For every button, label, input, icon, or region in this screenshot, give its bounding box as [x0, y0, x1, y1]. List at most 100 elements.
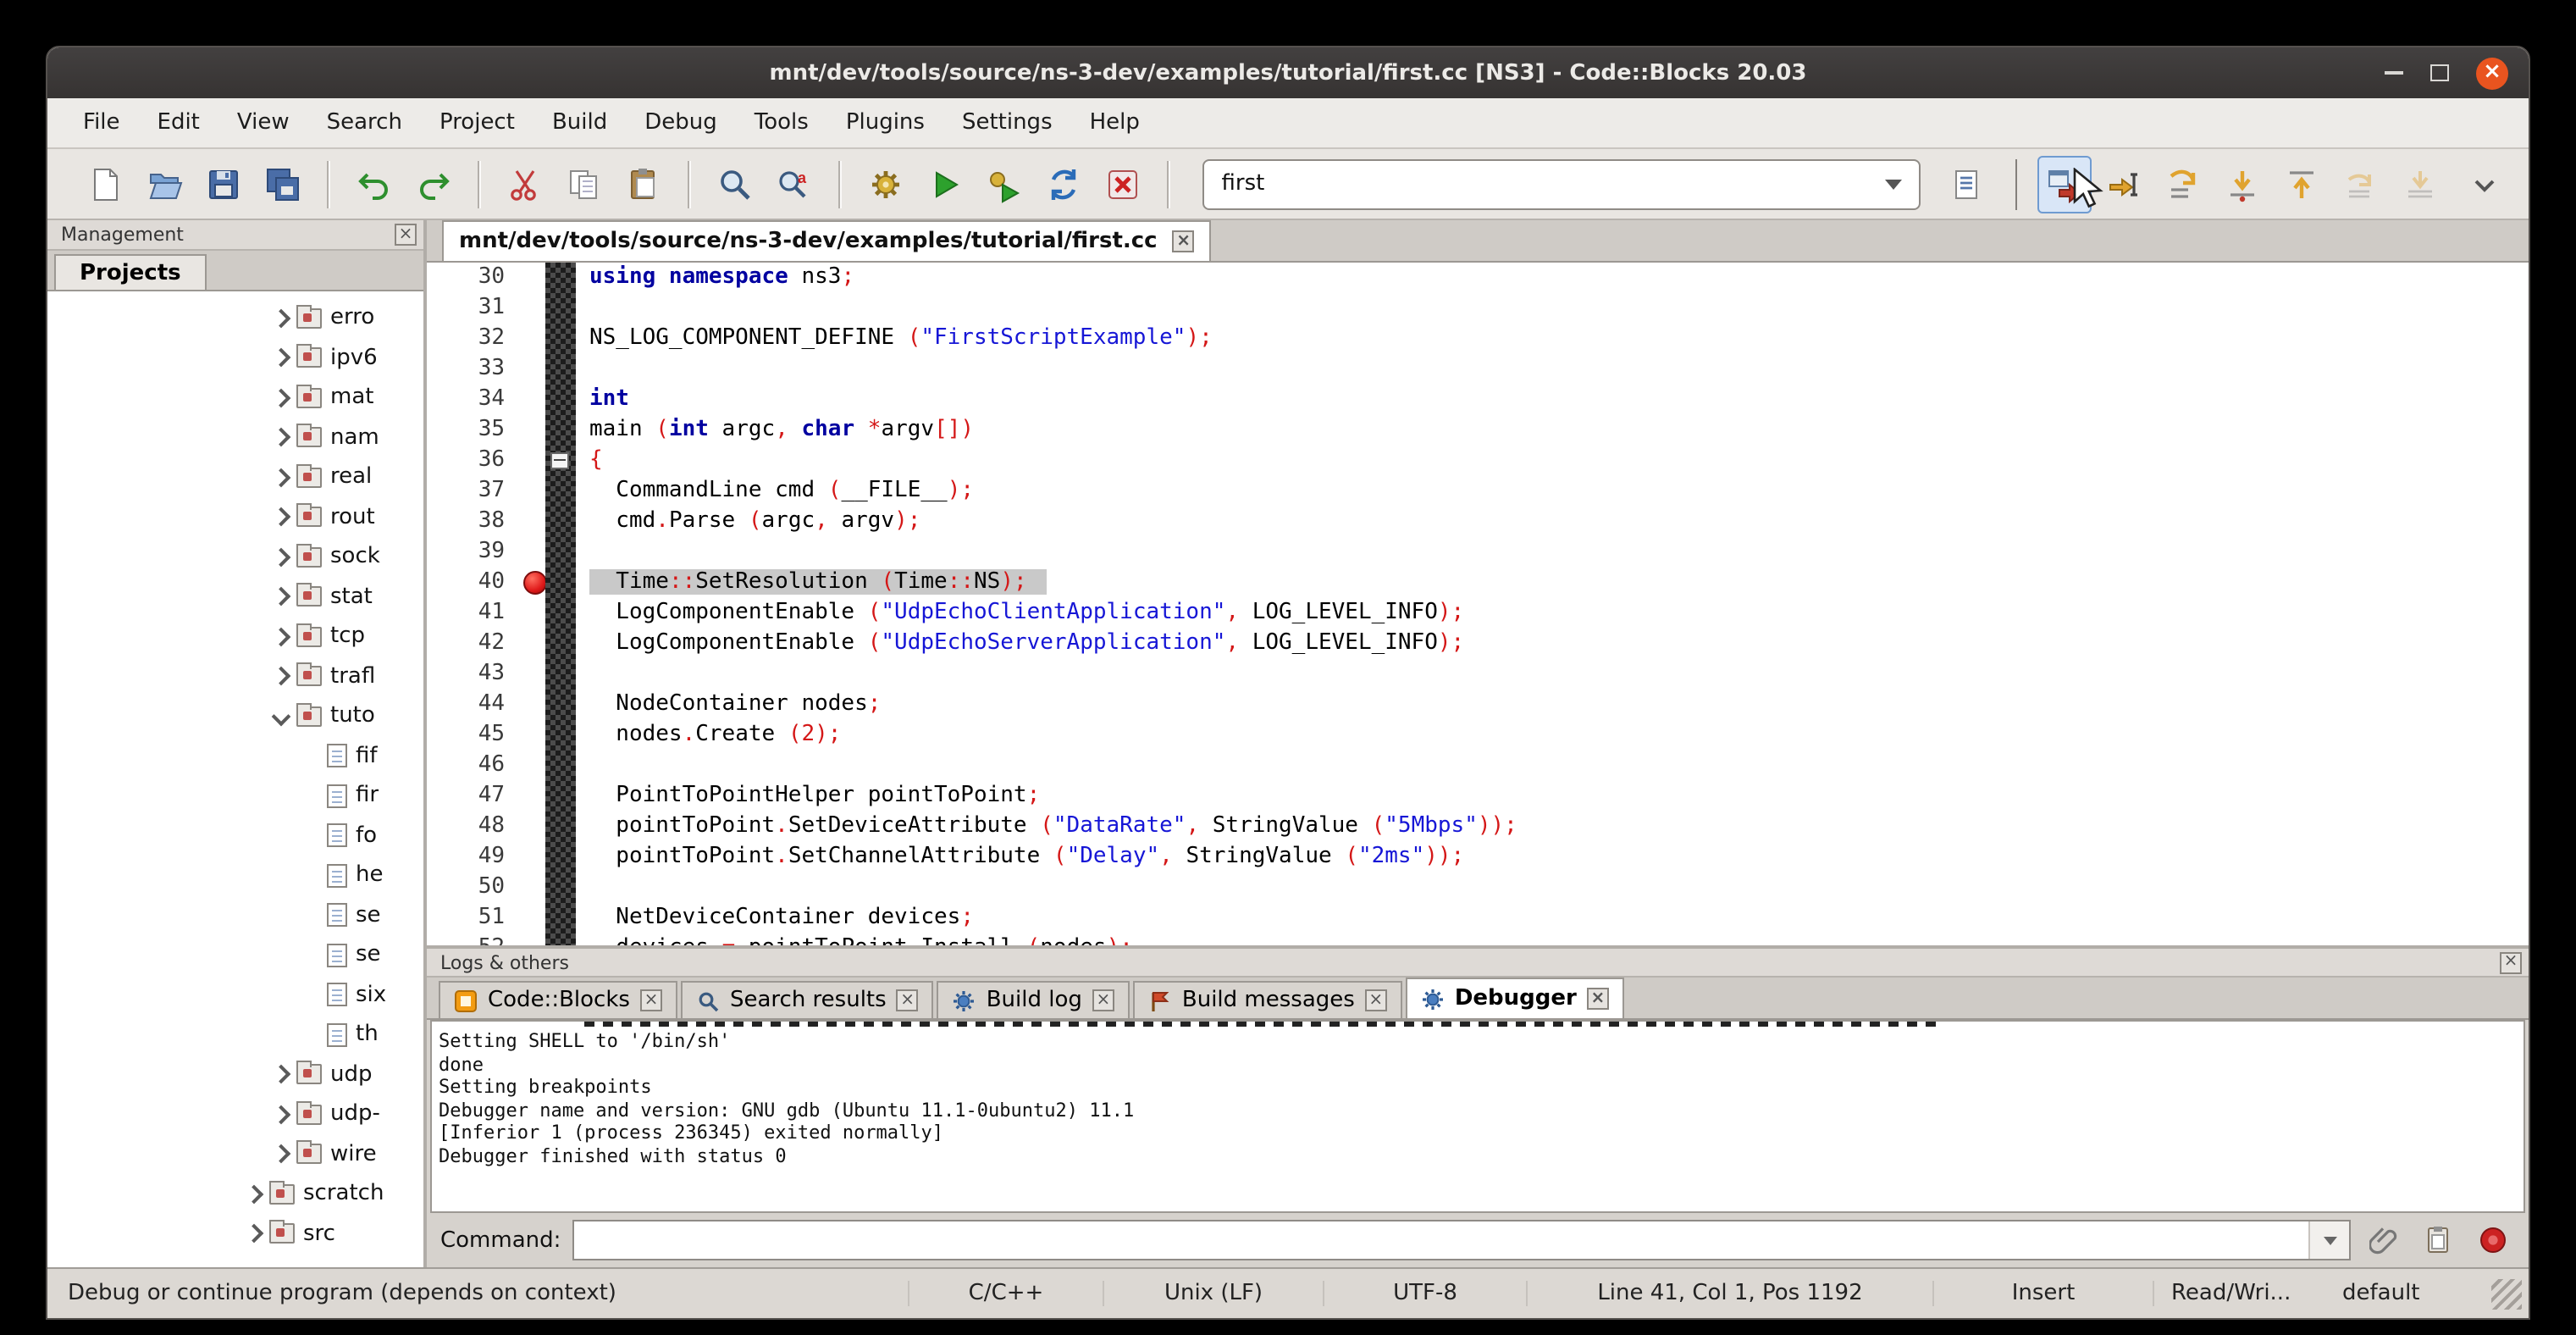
breakpoint-margin[interactable] — [518, 659, 545, 690]
chevron-right-icon[interactable] — [272, 388, 291, 407]
chevron-right-icon[interactable] — [272, 627, 291, 646]
close-icon[interactable]: × — [1092, 989, 1114, 1011]
code-line-41[interactable]: 41 LogComponentEnable ("UdpEchoClientApp… — [427, 598, 2529, 629]
code-line-45[interactable]: 45 nodes.Create (2); — [427, 720, 2529, 751]
code-line-36[interactable]: 36{ — [427, 446, 2529, 476]
breakpoint-margin[interactable] — [518, 751, 545, 781]
breakpoint-margin[interactable] — [518, 354, 545, 385]
stop-button[interactable] — [2471, 1220, 2515, 1260]
code-line-43[interactable]: 43 — [427, 659, 2529, 690]
menu-debug[interactable]: Debug — [626, 110, 736, 136]
code-line-40[interactable]: 40 Time::SetResolution (Time::NS); — [427, 568, 2529, 598]
code-line-50[interactable]: 50 — [427, 872, 2529, 903]
search-options-button[interactable] — [1941, 155, 1995, 213]
tree-item-se[interactable]: se — [47, 935, 423, 975]
menu-build[interactable]: Build — [533, 110, 626, 136]
code-line-30[interactable]: 30using namespace ns3; — [427, 263, 2529, 293]
code-line-47[interactable]: 47 PointToPointHelper pointToPoint; — [427, 781, 2529, 812]
resize-grip[interactable] — [2491, 1279, 2522, 1310]
open-file-button[interactable] — [137, 155, 191, 213]
tree-item-real[interactable]: real — [47, 457, 423, 497]
toolbar-collapse-button[interactable] — [2457, 155, 2512, 213]
log-tab-build-messages[interactable]: Build messages× — [1133, 981, 1402, 1018]
tree-item-mat[interactable]: mat — [47, 378, 423, 418]
close-icon[interactable]: × — [1587, 988, 1609, 1010]
chevron-right-icon[interactable] — [272, 348, 291, 368]
close-button[interactable]: × — [2476, 57, 2508, 89]
tree-item-fir[interactable]: fir — [47, 776, 423, 816]
chevron-right-icon[interactable] — [272, 428, 291, 447]
tree-item-trafl[interactable]: trafl — [47, 656, 423, 696]
editor-tab[interactable]: mnt/dev/tools/source/ns-3-dev/examples/t… — [442, 220, 1212, 261]
code-line-46[interactable]: 46 — [427, 751, 2529, 781]
find-button[interactable] — [708, 155, 762, 213]
close-icon[interactable]: × — [395, 224, 417, 246]
chevron-right-icon[interactable] — [272, 547, 291, 567]
breakpoint-margin[interactable] — [518, 385, 545, 415]
tree-item-tuto[interactable]: tuto — [47, 696, 423, 736]
save-all-button[interactable] — [256, 155, 310, 213]
clipboard-button[interactable] — [2417, 1220, 2461, 1260]
chevron-right-icon[interactable] — [272, 468, 291, 487]
tree-item-fif[interactable]: fif — [47, 736, 423, 776]
breakpoint-margin[interactable] — [518, 324, 545, 354]
search-combobox[interactable]: first — [1203, 158, 1921, 209]
breakpoint-margin[interactable] — [518, 872, 545, 903]
step-into-instruction-button[interactable] — [2393, 155, 2447, 213]
next-instruction-button[interactable] — [2334, 155, 2388, 213]
code-line-35[interactable]: 35main (int argc, char *argv[]) — [427, 415, 2529, 446]
code-line-42[interactable]: 42 LogComponentEnable ("UdpEchoServerApp… — [427, 629, 2529, 659]
breakpoint-margin[interactable] — [518, 720, 545, 751]
copy-button[interactable] — [557, 155, 611, 213]
breakpoint-margin[interactable] — [518, 842, 545, 872]
close-icon[interactable]: × — [1365, 989, 1387, 1011]
breakpoint-margin[interactable] — [518, 598, 545, 629]
chevron-down-icon[interactable] — [1885, 179, 1902, 189]
chevron-right-icon[interactable] — [272, 1105, 291, 1124]
tree-item-rout[interactable]: rout — [47, 497, 423, 537]
chevron-right-icon[interactable] — [272, 308, 291, 328]
chevron-right-icon[interactable] — [245, 1184, 264, 1204]
breakpoint-margin[interactable] — [518, 476, 545, 507]
tree-item-six[interactable]: six — [47, 975, 423, 1015]
tree-item-scratch[interactable]: scratch — [47, 1174, 423, 1214]
chevron-down-icon[interactable] — [272, 706, 291, 726]
attach-button[interactable] — [2363, 1220, 2407, 1260]
code-line-37[interactable]: 37 CommandLine cmd (__FILE__); — [427, 476, 2529, 507]
breakpoint-margin[interactable] — [518, 507, 545, 537]
build-and-run-button[interactable] — [977, 155, 1031, 213]
tree-item-udp-[interactable]: udp- — [47, 1094, 423, 1134]
paste-button[interactable] — [616, 155, 671, 213]
breakpoint-margin[interactable] — [518, 293, 545, 324]
breakpoint-margin[interactable] — [518, 903, 545, 933]
tree-item-stat[interactable]: stat — [47, 577, 423, 617]
tab-projects[interactable]: Projects — [54, 254, 207, 290]
debug-continue-button[interactable] — [2037, 155, 2092, 213]
tree-item-fo[interactable]: fo — [47, 816, 423, 856]
tree-item-nam[interactable]: nam — [47, 418, 423, 457]
breakpoint-margin[interactable] — [518, 812, 545, 842]
breakpoint-margin[interactable] — [518, 568, 545, 598]
menu-settings[interactable]: Settings — [943, 110, 1071, 136]
menu-file[interactable]: File — [64, 110, 139, 136]
breakpoint-margin[interactable] — [518, 629, 545, 659]
chevron-right-icon[interactable] — [272, 587, 291, 607]
chevron-right-icon[interactable] — [272, 507, 291, 527]
tree-item-src[interactable]: src — [47, 1214, 423, 1254]
breakpoint-margin[interactable] — [518, 690, 545, 720]
tree-item-he[interactable]: he — [47, 856, 423, 895]
cut-button[interactable] — [498, 155, 552, 213]
breakpoint-icon[interactable] — [523, 571, 547, 595]
code-line-38[interactable]: 38 cmd.Parse (argc, argv); — [427, 507, 2529, 537]
code-line-48[interactable]: 48 pointToPoint.SetDeviceAttribute ("Dat… — [427, 812, 2529, 842]
tree-item-udp[interactable]: udp — [47, 1055, 423, 1094]
step-out-button[interactable] — [2275, 155, 2329, 213]
log-tab-search-results[interactable]: Search results× — [681, 981, 934, 1018]
close-icon[interactable]: × — [2500, 951, 2522, 973]
debugger-log[interactable]: Setting SHELL to '/bin/sh'doneSetting br… — [430, 1020, 2525, 1213]
log-tab-debugger[interactable]: Debugger× — [1406, 978, 1624, 1018]
breakpoint-margin[interactable] — [518, 446, 545, 476]
minimize-button[interactable] — [2385, 71, 2403, 75]
log-tab-build-log[interactable]: Build log× — [937, 981, 1130, 1018]
tree-item-tcp[interactable]: tcp — [47, 617, 423, 656]
